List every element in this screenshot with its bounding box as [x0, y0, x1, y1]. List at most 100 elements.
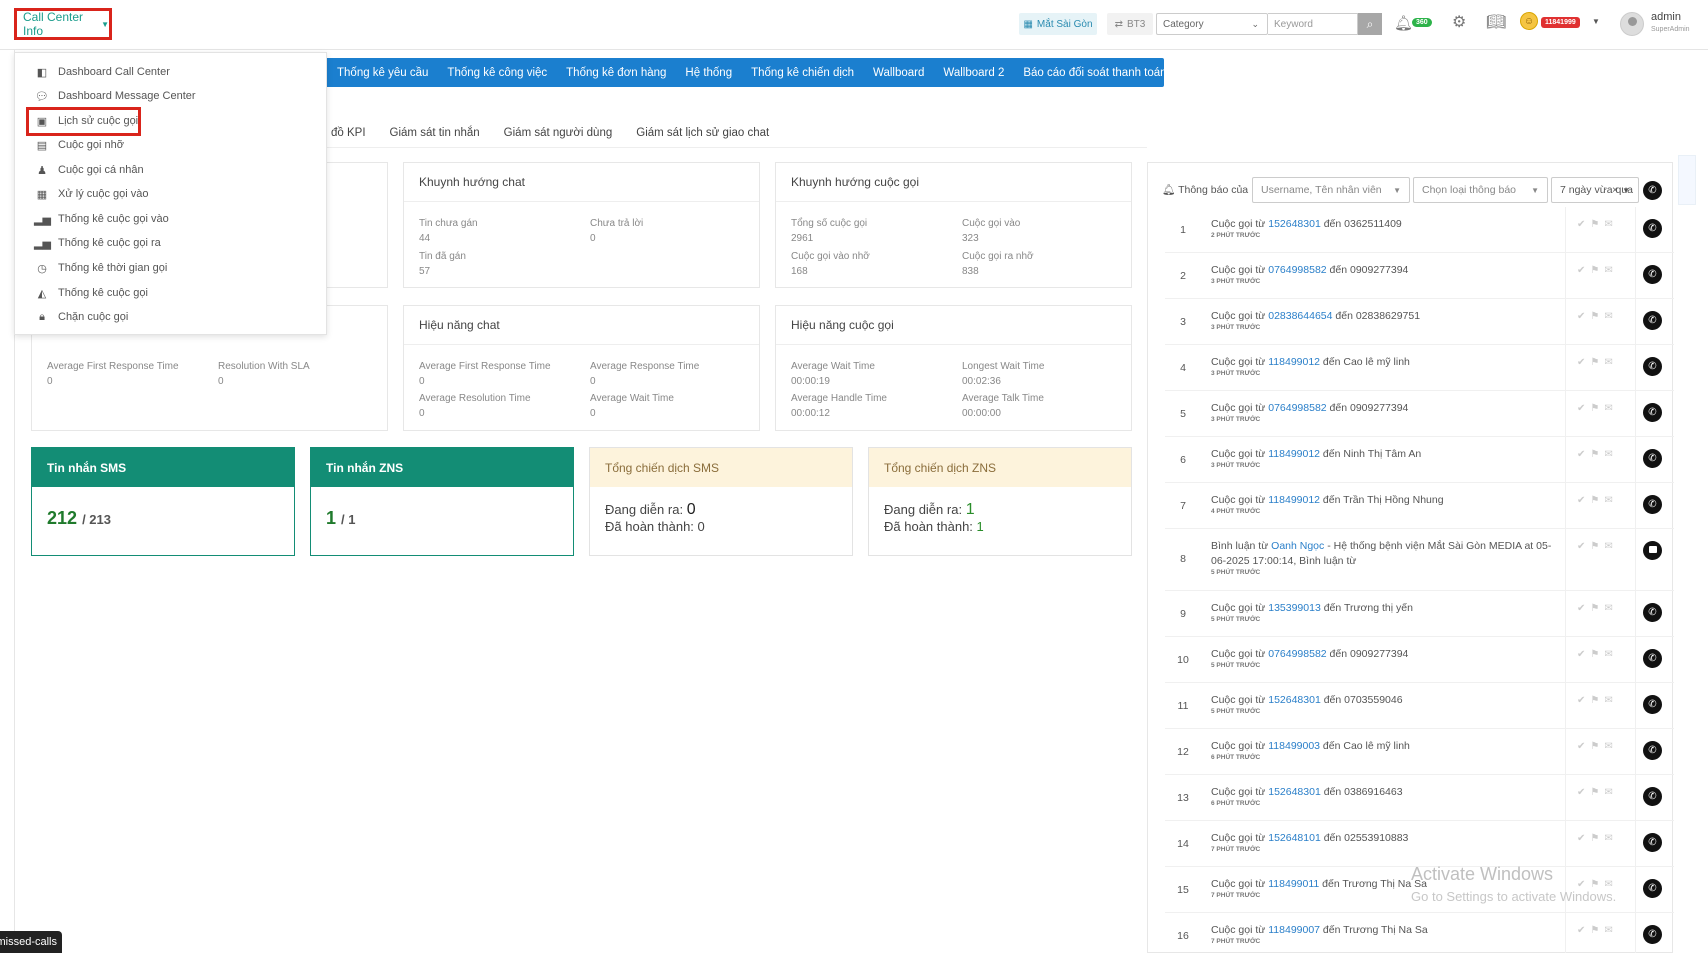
row-actions[interactable]: ✔⚑✉: [1577, 603, 1618, 614]
nav-item[interactable]: Wallboard 2: [943, 67, 1004, 79]
row-actions[interactable]: ✔⚑✉: [1577, 833, 1618, 844]
notification-row[interactable]: 5 Cuộc gọi từ 0764998582 đến 0909277394 3…: [1165, 391, 1674, 437]
row-actions[interactable]: ✔⚑✉: [1577, 925, 1618, 936]
caller-link[interactable]: 02838644654: [1268, 310, 1332, 322]
notification-row[interactable]: 4 Cuộc gọi từ 118499012 đến Cao lê mỹ li…: [1165, 345, 1674, 391]
menu-item-call-history[interactable]: ▣ Lịch sử cuộc gọi: [15, 110, 326, 132]
chevron-down-icon[interactable]: ▼: [1592, 17, 1600, 26]
notification-row[interactable]: 9 Cuộc gọi từ 135399013 đến Trương thị y…: [1165, 591, 1674, 637]
caller-link[interactable]: 0764998582: [1268, 648, 1326, 660]
menu-item-dashboard-call-center[interactable]: ◧ Dashboard Call Center: [15, 61, 326, 83]
tab-user-monitor[interactable]: Giám sát người dùng: [504, 127, 613, 139]
tab-chat-history-monitor[interactable]: Giám sát lịch sử giao chat: [636, 127, 769, 139]
nav-item[interactable]: Wallboard: [873, 67, 924, 79]
phone-icon[interactable]: ✆: [1643, 265, 1662, 284]
notification-row[interactable]: 6 Cuộc gọi từ 118499012 đến Ninh Thị Tâm…: [1165, 437, 1674, 483]
bt3-selector[interactable]: ⇄ BT3: [1107, 13, 1153, 35]
commenter-link[interactable]: Oanh Ngọc: [1271, 540, 1324, 552]
caller-link[interactable]: 152648301: [1268, 786, 1321, 798]
caller-link[interactable]: 0764998582: [1268, 402, 1326, 414]
menu-item-incoming-stats[interactable]: ▂▅ Thống kê cuộc gọi vào: [15, 208, 326, 230]
notification-row[interactable]: 14 Cuộc gọi từ 152648101 đến 02553910883…: [1165, 821, 1674, 867]
book-icon[interactable]: 📖︎: [1486, 12, 1506, 32]
message-icon[interactable]: [1643, 541, 1662, 560]
phone-icon[interactable]: ✆: [1643, 495, 1662, 514]
nav-item[interactable]: Thống kê công việc: [447, 67, 547, 79]
caller-link[interactable]: 118499012: [1268, 448, 1320, 460]
row-actions[interactable]: ✔⚑✉: [1577, 495, 1618, 506]
caller-link[interactable]: 152648301: [1268, 694, 1321, 706]
row-actions[interactable]: ✔⚑✉: [1577, 741, 1618, 752]
caller-link[interactable]: 152648301: [1268, 218, 1321, 230]
notification-row[interactable]: 1 Cuộc gọi từ 152648301 đến 0362511409 2 …: [1165, 207, 1674, 253]
menu-item-outgoing-stats[interactable]: ▂▅ Thống kê cuộc gọi ra: [15, 232, 326, 254]
nav-item[interactable]: Báo cáo đối soát thanh toán online: [1023, 67, 1200, 79]
type-filter-select[interactable]: Chọn loại thông báo ▼: [1413, 177, 1548, 203]
row-actions[interactable]: ✔⚑✉: [1577, 449, 1618, 460]
notification-row[interactable]: 12 Cuộc gọi từ 118499003 đến Cao lê mỹ l…: [1165, 729, 1674, 775]
phone-icon[interactable]: ✆: [1643, 833, 1662, 852]
clear-icon[interactable]: ×: [1612, 185, 1618, 196]
nav-item[interactable]: Thống kê yêu cầu: [337, 67, 428, 79]
phone-icon[interactable]: ✆: [1643, 925, 1662, 944]
caller-link[interactable]: 118499003: [1268, 740, 1320, 752]
notification-row[interactable]: 13 Cuộc gọi từ 152648301 đến 0386916463 6…: [1165, 775, 1674, 821]
status-emoji-icon[interactable]: ☺: [1520, 12, 1538, 30]
notification-row[interactable]: 8 Bình luận từ Oanh Ngọc - Hệ thống bệnh…: [1165, 529, 1674, 591]
nav-item[interactable]: Thống kê chiến dịch: [751, 67, 854, 79]
row-actions[interactable]: ✔⚑✉: [1577, 787, 1618, 798]
row-actions[interactable]: ✔⚑✉: [1577, 219, 1618, 230]
branch-selector[interactable]: ▦ Mắt Sài Gòn: [1019, 13, 1097, 35]
row-actions[interactable]: ✔⚑✉: [1577, 695, 1618, 706]
row-actions[interactable]: ✔⚑✉: [1577, 311, 1618, 322]
phone-icon[interactable]: ✆: [1643, 879, 1662, 898]
caller-link[interactable]: 135399013: [1268, 602, 1321, 614]
menu-item-handle-incoming[interactable]: ▦ Xử lý cuộc gọi vào: [15, 183, 326, 205]
notification-row[interactable]: 3 Cuộc gọi từ 02838644654 đến 0283862975…: [1165, 299, 1674, 345]
call-center-menu-button[interactable]: Call Center Info ▼: [14, 8, 112, 40]
phone-icon[interactable]: ✆: [1643, 219, 1662, 238]
phone-icon[interactable]: ✆: [1643, 787, 1662, 806]
balance-badge[interactable]: 11841999: [1541, 17, 1580, 28]
tab-message-monitor[interactable]: Giám sát tin nhắn: [390, 127, 480, 139]
menu-item-dashboard-message-center[interactable]: 💬︎ Dashboard Message Center: [15, 85, 326, 107]
user-name[interactable]: admin: [1651, 11, 1681, 23]
notification-row[interactable]: 10 Cuộc gọi từ 0764998582 đến 0909277394…: [1165, 637, 1674, 683]
nav-item[interactable]: Hệ thống: [685, 67, 732, 79]
gear-icon[interactable]: ⚙: [1452, 12, 1466, 32]
row-actions[interactable]: ✔⚑✉: [1577, 265, 1618, 276]
menu-item-missed-calls[interactable]: ▤ Cuộc gọi nhỡ: [15, 134, 326, 156]
caller-link[interactable]: 118499007: [1268, 924, 1320, 936]
phone-icon[interactable]: ✆: [1643, 741, 1662, 760]
date-range-select[interactable]: 7 ngày vừa qua × ▼: [1551, 177, 1639, 203]
row-actions[interactable]: ✔⚑✉: [1577, 541, 1618, 552]
phone-icon[interactable]: ✆: [1643, 603, 1662, 622]
caller-link[interactable]: 118499012: [1268, 356, 1320, 368]
caller-link[interactable]: 118499011: [1268, 878, 1319, 890]
tab-kpi[interactable]: đồ KPI: [331, 127, 366, 139]
notification-row[interactable]: 2 Cuộc gọi từ 0764998582 đến 0909277394 3…: [1165, 253, 1674, 299]
search-button[interactable]: ⌕: [1358, 13, 1382, 35]
user-filter-select[interactable]: Username, Tên nhân viên ▼: [1252, 177, 1410, 203]
phone-icon[interactable]: ✆: [1643, 695, 1662, 714]
phone-icon[interactable]: ✆: [1643, 649, 1662, 668]
row-actions[interactable]: ✔⚑✉: [1577, 649, 1618, 660]
keyword-input[interactable]: [1268, 13, 1358, 35]
menu-item-block-calls[interactable]: 🔒︎ Chặn cuộc gọi: [15, 306, 326, 328]
menu-item-call-time-stats[interactable]: ◷ Thống kê thời gian gọi: [15, 257, 326, 279]
bell-icon[interactable]: 🔔︎: [1394, 14, 1413, 32]
notification-row[interactable]: 16 Cuộc gọi từ 118499007 đến Trương Thị …: [1165, 913, 1674, 953]
side-scroll-handle[interactable]: [1678, 155, 1696, 205]
phone-icon[interactable]: ✆: [1643, 449, 1662, 468]
menu-item-call-stats[interactable]: ◭ Thống kê cuộc gọi: [15, 282, 326, 304]
caller-link[interactable]: 0764998582: [1268, 264, 1326, 276]
notification-row[interactable]: 7 Cuộc gọi từ 118499012 đến Trần Thị Hồn…: [1165, 483, 1674, 529]
notification-row[interactable]: 11 Cuộc gọi từ 152648301 đến 0703559046 5…: [1165, 683, 1674, 729]
category-select[interactable]: Category ⌄: [1156, 13, 1268, 35]
row-actions[interactable]: ✔⚑✉: [1577, 357, 1618, 368]
row-actions[interactable]: ✔⚑✉: [1577, 403, 1618, 414]
phone-icon[interactable]: ✆: [1643, 403, 1662, 422]
nav-item[interactable]: Thống kê đơn hàng: [566, 67, 666, 79]
phone-icon[interactable]: ✆: [1643, 181, 1662, 200]
phone-icon[interactable]: ✆: [1643, 357, 1662, 376]
